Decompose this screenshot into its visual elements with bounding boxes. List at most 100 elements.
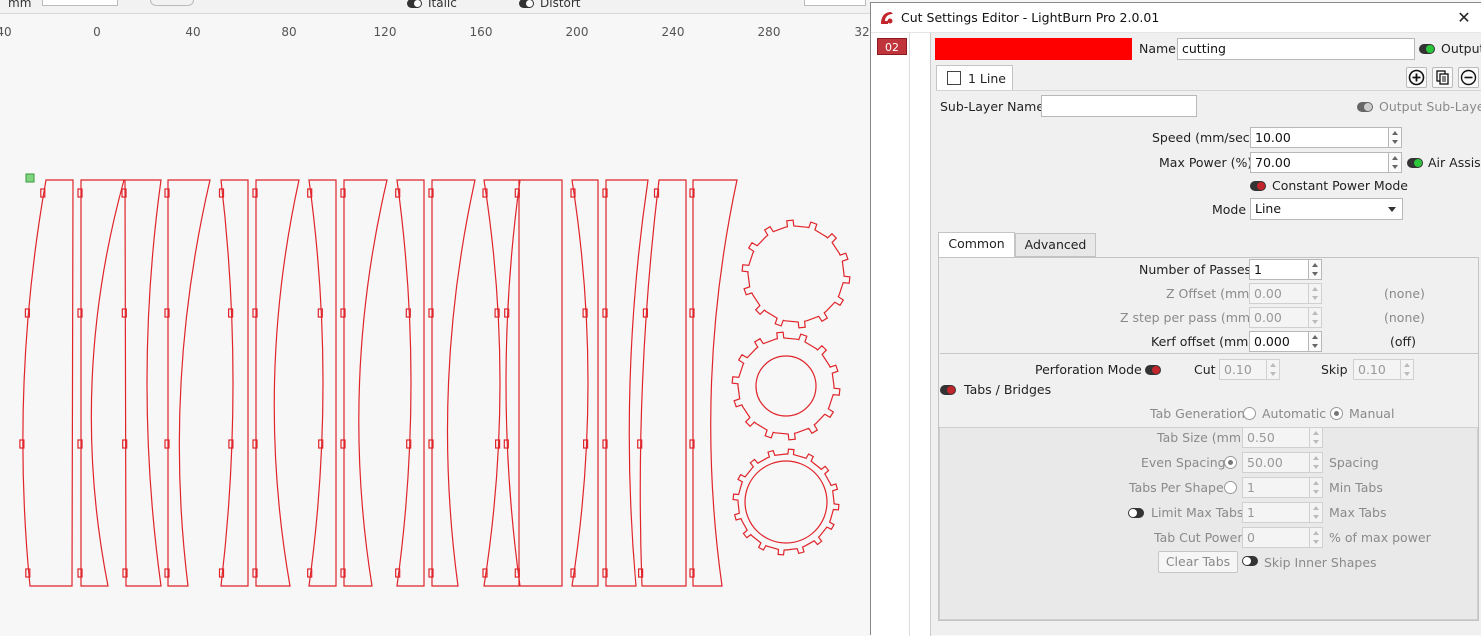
main-toolbar: mm Italic Distort [0, 0, 871, 14]
speed-spinner[interactable] [1389, 127, 1402, 148]
gear-inner-circle [744, 460, 828, 544]
tab-cut-power-spinner[interactable] [1310, 527, 1323, 548]
ruler-label: 200 [565, 25, 589, 39]
slat-notch [514, 188, 520, 198]
skip-input[interactable]: 0.10 [1353, 359, 1401, 380]
skip-inner-label: Skip Inner Shapes [1264, 555, 1377, 570]
layer-number-badge[interactable]: 02 [877, 38, 907, 55]
tab-size-label: Tab Size (mm) [1157, 430, 1246, 445]
remove-sublayer-button[interactable] [1458, 67, 1479, 88]
output-sublayer-toggle[interactable] [1357, 102, 1373, 112]
limit-max-tabs-spinner[interactable] [1310, 502, 1323, 523]
copy-icon [1436, 70, 1449, 85]
ruler-label: 120 [373, 25, 397, 39]
add-sublayer-button[interactable] [1406, 67, 1427, 88]
manual-radio[interactable] [1330, 407, 1343, 420]
max-power-label: Max Power (%) [1159, 155, 1253, 170]
canvas-drawing [19, 173, 851, 587]
tabs-bridges-toggle[interactable] [940, 385, 956, 395]
layer-color-swatch[interactable] [935, 38, 1132, 60]
mode-select[interactable]: Line [1250, 198, 1403, 220]
checkbox-icon[interactable] [947, 71, 961, 85]
output-toggle[interactable] [1419, 44, 1435, 54]
even-spacing-radio[interactable] [1224, 456, 1237, 469]
cut-spinner[interactable] [1267, 359, 1280, 380]
skip-inner-toggle[interactable] [1242, 556, 1258, 566]
toolbar-field-2[interactable] [804, 0, 866, 6]
slat-notch [602, 188, 608, 198]
tab-generation-label: Tab Generation [1150, 406, 1245, 421]
cut-input[interactable]: 0.10 [1219, 359, 1267, 380]
slat-part [220, 179, 249, 587]
toolbar-field[interactable] [42, 0, 118, 6]
slat-notch [642, 308, 649, 318]
slat-notch [582, 439, 589, 449]
slat-part [255, 179, 300, 587]
slat-notch [122, 439, 128, 449]
slat-notch [121, 188, 127, 198]
skip-spinner[interactable] [1401, 359, 1414, 380]
air-assist-label: Air Assist [1428, 155, 1481, 170]
clear-tabs-button[interactable]: Clear Tabs [1158, 551, 1238, 573]
slat-notch [602, 439, 608, 449]
design-canvas[interactable] [0, 43, 871, 635]
tabs-per-shape-radio[interactable] [1224, 481, 1237, 494]
z-offset-spinner[interactable] [1309, 283, 1322, 304]
speed-input[interactable]: 10.00 [1250, 127, 1389, 148]
distort-toggle[interactable]: Distort [519, 0, 581, 10]
dialog-titlebar[interactable]: Cut Settings Editor - LightBurn Pro 2.0.… [871, 3, 1481, 33]
copy-sublayer-button[interactable] [1432, 67, 1453, 88]
slat-part [124, 179, 162, 587]
limit-max-tabs-toggle[interactable] [1128, 508, 1144, 518]
slat-notch [77, 568, 83, 578]
tabs-per-shape-input[interactable]: 1 [1242, 477, 1310, 498]
pct-max-power-label: % of max power [1329, 530, 1431, 545]
sublayer-tab-label: 1 Line [968, 71, 1006, 86]
max-power-spinner[interactable] [1389, 152, 1402, 173]
tab-size-input[interactable]: 0.50 [1242, 427, 1310, 448]
sublayer-name-input[interactable] [1041, 95, 1197, 117]
tabs-bridges-label: Tabs / Bridges [964, 382, 1052, 397]
italic-toggle[interactable]: Italic [407, 0, 457, 10]
slat-notch [689, 188, 695, 198]
kerf-input[interactable]: 0.000 [1249, 331, 1309, 352]
tabs-per-shape-spinner[interactable] [1310, 477, 1323, 498]
tab-cut-power-label: Tab Cut Power [1154, 530, 1243, 545]
slat-notch [637, 439, 643, 449]
constant-power-toggle[interactable] [1250, 181, 1266, 191]
tab-common[interactable]: Common [938, 232, 1015, 258]
slat-notch [637, 568, 644, 578]
ruler-label: 40 [0, 25, 12, 39]
gear-inner-circle [755, 355, 817, 417]
z-step-input[interactable]: 0.00 [1249, 307, 1309, 328]
automatic-radio[interactable] [1243, 407, 1256, 420]
even-spacing-spinner[interactable] [1310, 452, 1323, 473]
toolbar-buttons[interactable] [150, 0, 194, 6]
z-offset-input[interactable]: 0.00 [1249, 283, 1309, 304]
gear-part [731, 331, 841, 441]
even-spacing-input[interactable]: 50.00 [1242, 452, 1310, 473]
output-sublayer-label: Output Sub-Layer [1379, 99, 1481, 114]
max-power-input[interactable]: 70.00 [1250, 152, 1389, 173]
perforation-toggle[interactable] [1145, 365, 1161, 375]
air-assist-toggle[interactable] [1407, 158, 1423, 168]
constant-power-label: Constant Power Mode [1272, 178, 1408, 193]
name-label: Name [1139, 41, 1176, 56]
toolbar-unit-fragment: mm [8, 0, 32, 10]
close-icon[interactable]: ✕ [1447, 3, 1481, 33]
tab-size-spinner[interactable] [1310, 427, 1323, 448]
sublayer-tab[interactable]: 1 Line [936, 65, 1013, 91]
origin-marker-icon [25, 173, 35, 183]
slat-part [343, 179, 388, 587]
name-input[interactable]: cutting [1177, 38, 1415, 60]
z-step-spinner[interactable] [1309, 307, 1322, 328]
slat-part [431, 179, 476, 587]
passes-spinner[interactable] [1309, 259, 1322, 280]
tab-cut-power-input[interactable]: 0 [1242, 527, 1310, 548]
passes-input[interactable]: 1 [1249, 259, 1309, 280]
kerf-spinner[interactable] [1309, 331, 1322, 352]
limit-max-tabs-input[interactable]: 1 [1242, 502, 1310, 523]
z-offset-label: Z Offset (mm) [1166, 286, 1255, 301]
tab-advanced[interactable]: Advanced [1015, 233, 1096, 257]
layer-list[interactable]: 02 [871, 33, 931, 636]
